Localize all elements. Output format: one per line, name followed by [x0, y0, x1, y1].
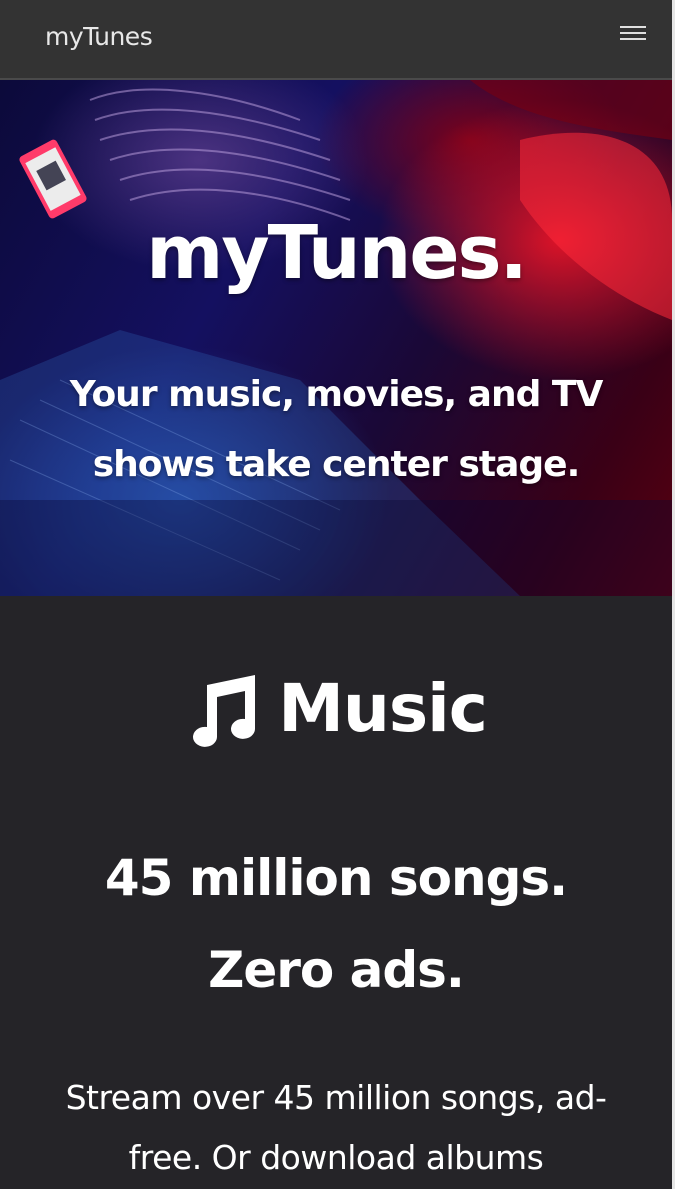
section-heading-music: Music	[278, 670, 488, 747]
hero-background-image	[0, 80, 672, 596]
tagline-line-2: Zero ads.	[208, 941, 465, 999]
music-tagline: 45 million songs. Zero ads.	[0, 832, 672, 1016]
page: myTunes myTunes. Your music, movies, and…	[0, 0, 672, 1189]
tagline-line-1: 45 million songs.	[104, 849, 568, 907]
brand-link[interactable]: myTunes	[45, 22, 153, 51]
hamburger-menu-icon[interactable]	[618, 22, 648, 44]
hero-title: myTunes.	[146, 210, 527, 296]
hero-subtitle: Your music, movies, and TV shows take ce…	[69, 374, 604, 485]
hero-banner: myTunes. Your music, movies, and TV show…	[0, 80, 672, 596]
navbar: myTunes	[0, 0, 672, 80]
music-description: Stream over 45 million songs, ad-free. O…	[65, 1078, 607, 1177]
music-note-icon	[193, 674, 256, 747]
music-section-heading: Music	[0, 670, 672, 760]
